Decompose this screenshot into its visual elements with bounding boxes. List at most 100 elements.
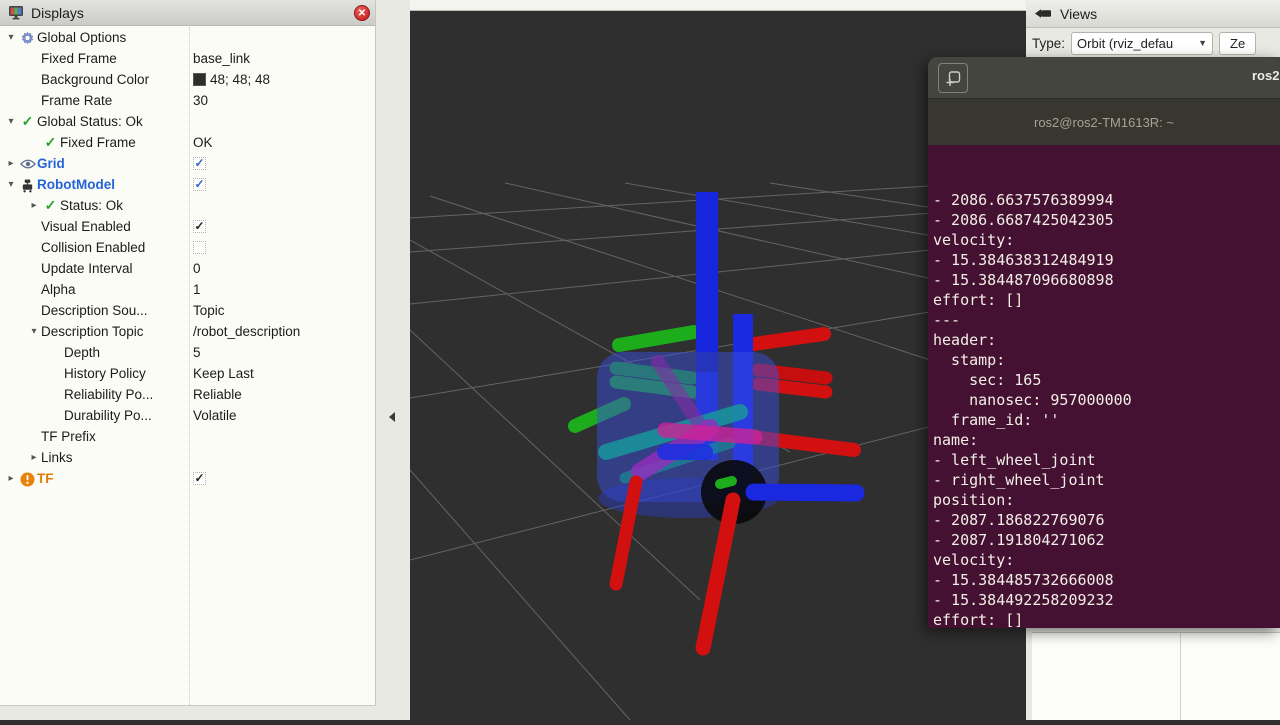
checkbox-unchecked[interactable]	[193, 241, 206, 254]
value-text: Keep Last	[193, 363, 254, 384]
expander-closed-icon[interactable]: ▸	[27, 195, 41, 216]
views-titlebar[interactable]: Views	[1026, 0, 1280, 28]
display-row[interactable]: Depth 5	[0, 342, 375, 363]
display-row-value[interactable]: 30	[193, 90, 208, 111]
check-icon: ✓	[41, 195, 60, 216]
terminal-line: effort: []	[933, 290, 1280, 310]
display-row[interactable]: TF Prefix	[0, 426, 375, 447]
display-row[interactable]: Fixed Frame base_link	[0, 48, 375, 69]
terminal-line: name:	[933, 430, 1280, 450]
terminal-line: - 15.384487096680898	[933, 270, 1280, 290]
display-row-label: Fixed Frame	[41, 48, 117, 69]
toolbar-sliver	[410, 0, 1026, 11]
display-row-value[interactable]: Keep Last	[193, 363, 254, 384]
views-list-divider	[1180, 633, 1181, 720]
checkbox-checked[interactable]: ✓	[193, 220, 206, 233]
display-row-value[interactable]	[193, 237, 206, 258]
terminal-line: - 15.384492258209232	[933, 590, 1280, 610]
display-row-value[interactable]: 0	[193, 258, 201, 279]
value-text: Reliable	[193, 384, 242, 405]
display-row[interactable]: History Policy Keep Last	[0, 363, 375, 384]
display-row[interactable]: Background Color 48; 48; 48	[0, 69, 375, 90]
expander-closed-icon[interactable]: ▸	[4, 468, 18, 489]
view-type-value: Orbit (rviz_defau	[1077, 36, 1173, 51]
checkbox-checked[interactable]: ✓	[193, 157, 206, 170]
display-row-value[interactable]: 48; 48; 48	[193, 69, 270, 90]
value-text: /robot_description	[193, 321, 300, 342]
expander-closed-icon[interactable]: ▸	[27, 447, 41, 468]
expander-open-icon[interactable]: ▾	[4, 27, 18, 48]
display-row-value[interactable]: ✓	[193, 216, 206, 237]
new-tab-button[interactable]	[938, 63, 968, 93]
eye-icon	[18, 153, 37, 174]
display-row[interactable]: ▸✓Status: Ok	[0, 195, 375, 216]
terminal-window[interactable]: ros2@ ros2@ros2-TM1613R: ~ - 2086.663757…	[928, 57, 1280, 628]
expander-open-icon[interactable]: ▾	[27, 321, 41, 342]
checkbox-checked[interactable]: ✓	[193, 178, 206, 191]
collapse-panel-arrow-icon[interactable]	[389, 412, 395, 422]
display-row-value[interactable]: Volatile	[193, 405, 237, 426]
displays-panel: Displays ✕ ▾Global OptionsFixed Frame bas…	[0, 0, 376, 720]
panel-gutter	[376, 0, 410, 720]
display-row[interactable]: ▾ RobotModel ✓	[0, 174, 375, 195]
expander-closed-icon[interactable]: ▸	[4, 153, 18, 174]
display-row-label: History Policy	[64, 363, 146, 384]
display-row-value[interactable]: /robot_description	[193, 321, 300, 342]
display-row-value[interactable]: Topic	[193, 300, 225, 321]
zero-button[interactable]: Ze	[1219, 32, 1256, 55]
display-row[interactable]: Visual Enabled ✓	[0, 216, 375, 237]
display-row-value[interactable]: ✓	[193, 153, 206, 174]
terminal-line: - 2087.191804271062	[933, 530, 1280, 550]
display-row-label: RobotModel	[37, 174, 115, 195]
display-row[interactable]: Update Interval0	[0, 258, 375, 279]
display-row-label: Depth	[64, 342, 100, 363]
terminal-titlebar[interactable]: ros2@	[928, 57, 1280, 99]
display-row-label: TF	[37, 468, 54, 489]
zero-button-label: Ze	[1230, 36, 1245, 51]
display-row[interactable]: ✓Fixed FrameOK	[0, 132, 375, 153]
value-text: base_link	[193, 48, 250, 69]
display-row-label: Background Color	[41, 69, 149, 90]
terminal-tab-title: ros2@ros2-TM1613R: ~	[1034, 115, 1174, 130]
terminal-line: - 2086.6637576389994	[933, 190, 1280, 210]
terminal-tabbar[interactable]: ros2@ros2-TM1613R: ~	[928, 99, 1280, 145]
display-row[interactable]: Description Sou... Topic	[0, 300, 375, 321]
display-row[interactable]: Frame Rate30	[0, 90, 375, 111]
display-row[interactable]: ▾Description Topic/robot_description	[0, 321, 375, 342]
value-text: 5	[193, 342, 201, 363]
display-row-label: Alpha	[41, 279, 76, 300]
display-row[interactable]: Durability Po...Volatile	[0, 405, 375, 426]
display-row[interactable]: ▾✓Global Status: Ok	[0, 111, 375, 132]
chevron-down-icon: ▼	[1198, 38, 1207, 48]
display-row-value[interactable]: Reliable	[193, 384, 242, 405]
value-text: OK	[193, 132, 213, 153]
terminal-output[interactable]: - 2086.6637576389994- 2086.6687425042305…	[928, 145, 1280, 628]
display-row[interactable]: Reliability Po...Reliable	[0, 384, 375, 405]
display-row[interactable]: ▸Grid✓	[0, 153, 375, 174]
display-row[interactable]: Alpha 1	[0, 279, 375, 300]
display-row[interactable]: ▾Global Options	[0, 27, 375, 48]
terminal-line: - 2087.186822769076	[933, 510, 1280, 530]
terminal-line: - right_wheel_joint	[933, 470, 1280, 490]
expander-open-icon[interactable]: ▾	[4, 174, 18, 195]
display-row[interactable]: ▸ TF ✓	[0, 468, 375, 489]
column-divider[interactable]	[189, 27, 190, 705]
display-row-value[interactable]: 5	[193, 342, 201, 363]
terminal-window-title: ros2@	[1252, 68, 1280, 83]
display-row-value[interactable]: ✓	[193, 174, 206, 195]
display-row-value[interactable]: 1	[193, 279, 201, 300]
expander-open-icon[interactable]: ▾	[4, 111, 18, 132]
display-row-value[interactable]: OK	[193, 132, 213, 153]
displays-titlebar[interactable]: Displays ✕	[0, 0, 375, 26]
value-text: Topic	[193, 300, 225, 321]
close-icon[interactable]: ✕	[354, 5, 370, 21]
display-row-label: Visual Enabled	[41, 216, 131, 237]
checkbox-checked[interactable]: ✓	[193, 472, 206, 485]
display-row[interactable]: ▸Links	[0, 447, 375, 468]
view-type-dropdown[interactable]: Orbit (rviz_defau ▼	[1071, 32, 1213, 55]
display-row-value[interactable]: ✓	[193, 468, 206, 489]
display-row-value[interactable]: base_link	[193, 48, 250, 69]
value-text: 0	[193, 258, 201, 279]
display-row[interactable]: Collision Enabled	[0, 237, 375, 258]
display-row-label: Description Sou...	[41, 300, 148, 321]
